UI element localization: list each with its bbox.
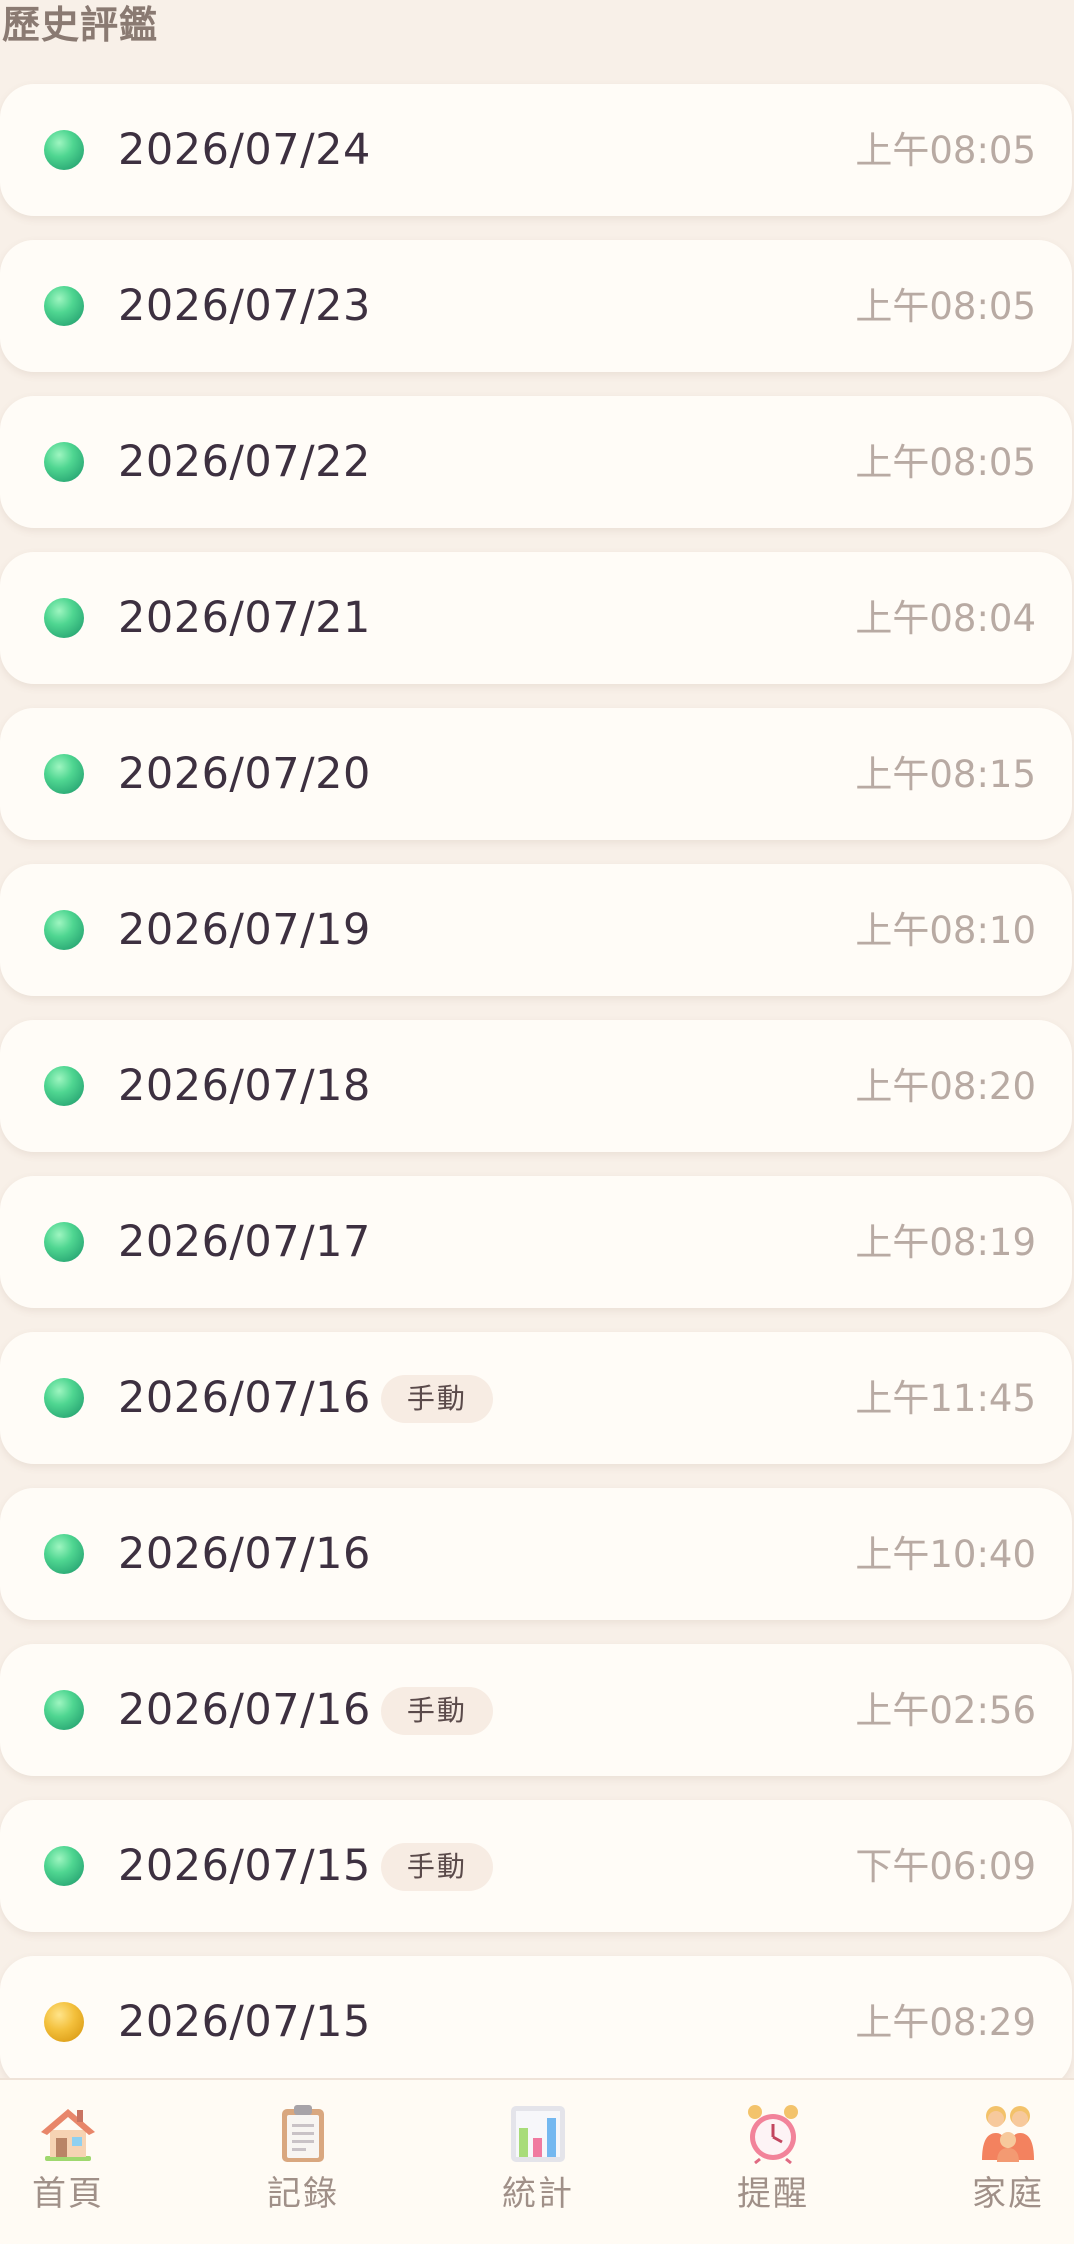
status-dot-green <box>44 910 84 950</box>
history-row[interactable]: 2026/07/15 手動 下午06:09 <box>0 1800 1072 1932</box>
history-date: 2026/07/19 <box>118 905 371 955</box>
bottom-tab-bar: 首頁 記錄 統計 提醒 家庭 <box>0 2078 1074 2244</box>
history-date: 2026/07/20 <box>118 749 371 799</box>
tab-statistics[interactable]: 統計 <box>468 2080 608 2244</box>
history-time: 上午10:40 <box>855 1533 1036 1576</box>
history-time: 上午08:29 <box>855 2001 1036 2044</box>
history-date: 2026/07/16 手動 <box>118 1368 493 1428</box>
history-row[interactable]: 2026/07/16 手動 上午02:56 <box>0 1644 1072 1776</box>
status-dot-green <box>44 1378 84 1418</box>
history-row[interactable]: 2026/07/24 上午08:05 <box>0 84 1072 216</box>
tab-label: 首頁 <box>32 2174 104 2214</box>
status-dot-green <box>44 754 84 794</box>
clipboard-icon <box>272 2102 334 2164</box>
history-time: 上午08:19 <box>855 1221 1036 1264</box>
bar-chart-icon <box>507 2102 569 2164</box>
history-time: 上午08:20 <box>855 1065 1036 1108</box>
tab-label: 統計 <box>502 2174 574 2214</box>
family-icon <box>977 2102 1039 2164</box>
history-date: 2026/07/16 手動 <box>118 1680 493 1740</box>
history-date: 2026/07/15 手動 <box>118 1836 493 1896</box>
tab-family[interactable]: 家庭 <box>938 2080 1074 2244</box>
history-row[interactable]: 2026/07/19 上午08:10 <box>0 864 1072 996</box>
tab-records[interactable]: 記錄 <box>233 2080 373 2244</box>
history-time: 上午08:04 <box>855 597 1036 640</box>
status-dot-green <box>44 286 84 326</box>
status-dot-green <box>44 442 84 482</box>
history-date: 2026/07/24 <box>118 125 371 175</box>
history-row[interactable]: 2026/07/17 上午08:19 <box>0 1176 1072 1308</box>
history-row[interactable]: 2026/07/21 上午08:04 <box>0 552 1072 684</box>
manual-tag: 手動 <box>380 1375 493 1423</box>
status-dot-green <box>44 1534 84 1574</box>
history-time: 上午08:05 <box>855 129 1036 172</box>
status-dot-green <box>44 1690 84 1730</box>
tab-label: 家庭 <box>972 2174 1044 2214</box>
history-time: 上午02:56 <box>855 1689 1036 1732</box>
history-row[interactable]: 2026/07/20 上午08:15 <box>0 708 1072 840</box>
status-dot-green <box>44 1222 84 1262</box>
history-time: 上午08:05 <box>855 285 1036 328</box>
history-time: 上午08:10 <box>855 909 1036 952</box>
history-date: 2026/07/15 <box>118 1997 371 2047</box>
history-time: 上午08:15 <box>855 753 1036 796</box>
status-dot-green <box>44 1066 84 1106</box>
history-row[interactable]: 2026/07/16 上午10:40 <box>0 1488 1072 1620</box>
history-date: 2026/07/23 <box>118 281 371 331</box>
history-row[interactable]: 2026/07/22 上午08:05 <box>0 396 1072 528</box>
tab-reminders[interactable]: 提醒 <box>703 2080 843 2244</box>
alarm-clock-icon <box>742 2102 804 2165</box>
status-dot-yellow <box>44 2002 84 2042</box>
history-date: 2026/07/17 <box>118 1217 371 1267</box>
manual-tag: 手動 <box>380 1843 493 1891</box>
tab-label: 提醒 <box>737 2174 809 2214</box>
tab-label: 記錄 <box>267 2174 339 2214</box>
history-date: 2026/07/16 <box>118 1529 371 1579</box>
status-dot-green <box>44 598 84 638</box>
history-row[interactable]: 2026/07/15 上午08:29 <box>0 1956 1072 2088</box>
history-row[interactable]: 2026/07/18 上午08:20 <box>0 1020 1072 1152</box>
status-dot-green <box>44 130 84 170</box>
history-date: 2026/07/18 <box>118 1061 371 1111</box>
history-date: 2026/07/22 <box>118 437 371 487</box>
history-time: 下午06:09 <box>855 1845 1036 1888</box>
tab-home[interactable]: 首頁 <box>0 2080 138 2244</box>
history-time: 上午11:45 <box>855 1377 1036 1420</box>
section-title: 歷史評鑑 <box>2 3 159 47</box>
history-row[interactable]: 2026/07/23 上午08:05 <box>0 240 1072 372</box>
manual-tag: 手動 <box>380 1687 493 1735</box>
history-time: 上午08:05 <box>855 441 1036 484</box>
history-row[interactable]: 2026/07/16 手動 上午11:45 <box>0 1332 1072 1464</box>
house-icon <box>37 2102 99 2164</box>
history-list: 2026/07/24 上午08:05 2026/07/23 上午08:05 20… <box>0 84 1074 2112</box>
status-dot-green <box>44 1846 84 1886</box>
history-date: 2026/07/21 <box>118 593 371 643</box>
